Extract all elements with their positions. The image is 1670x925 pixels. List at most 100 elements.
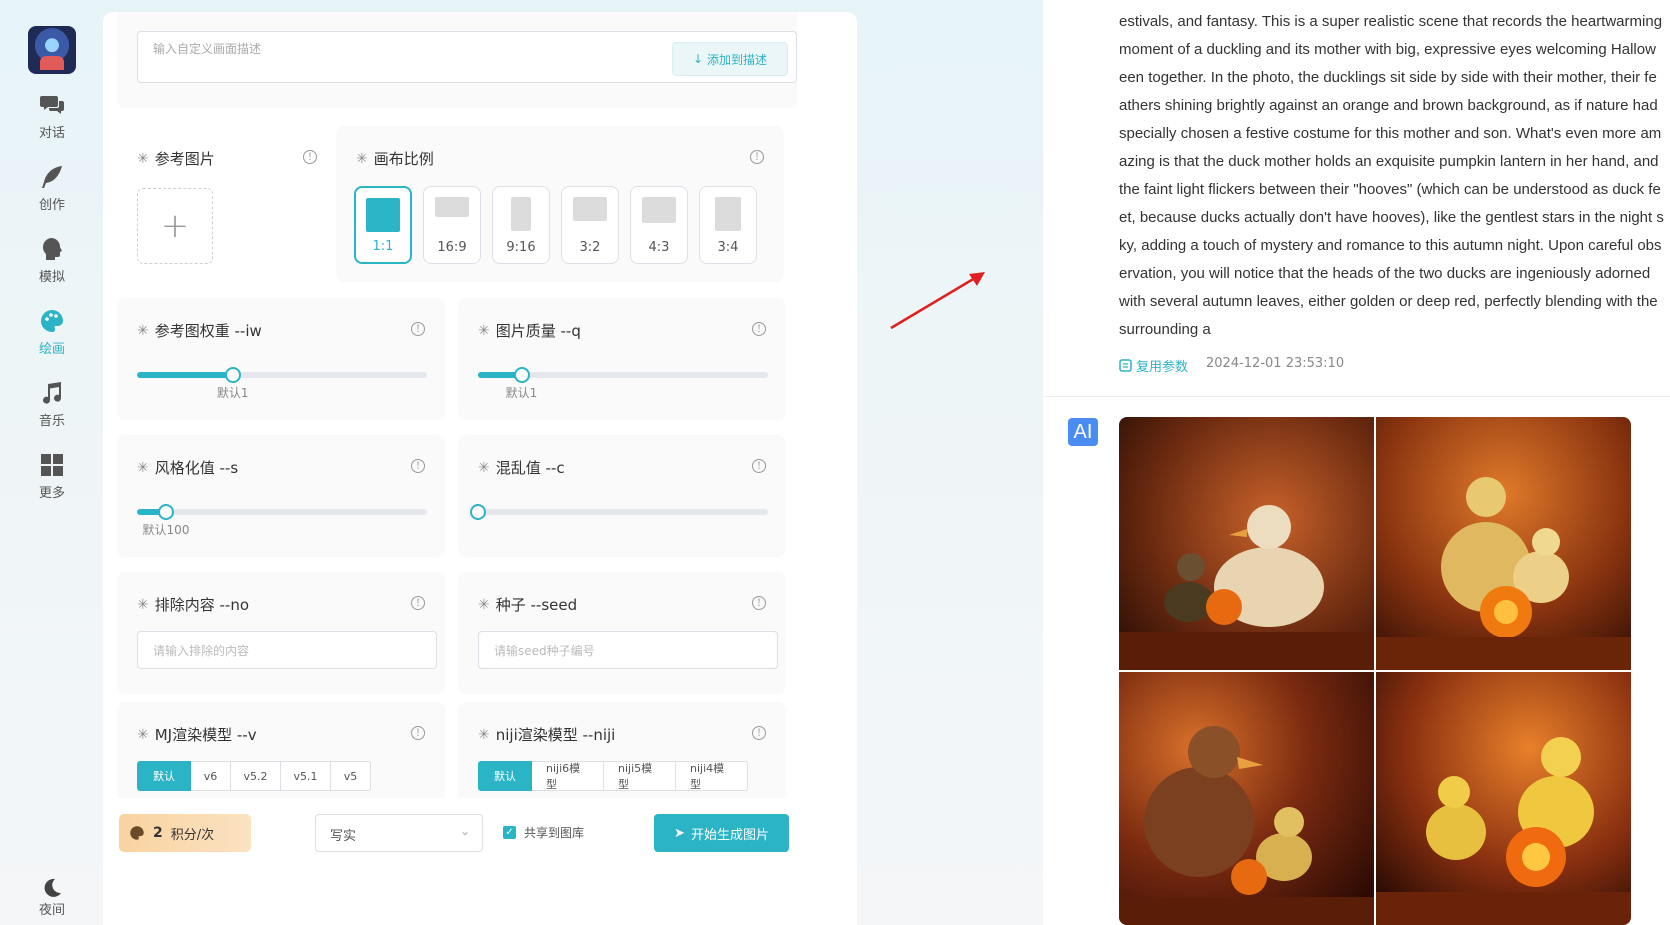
mj-model-title-text: MJ渲染模型 --v <box>154 726 257 744</box>
ratio-option-16-9[interactable]: 16:9 <box>423 186 481 264</box>
slider-thumb[interactable] <box>470 504 486 520</box>
upload-image-button[interactable]: + <box>137 188 213 264</box>
ratio-label: 3:2 <box>579 240 601 255</box>
night-mode-toggle[interactable]: 夜间 <box>12 869 92 925</box>
result-timestamp: 2024-12-01 23:53:10 <box>1206 356 1345 371</box>
ratio-option-9-16[interactable]: 9:16 <box>492 186 550 264</box>
generated-image-2[interactable] <box>1376 417 1631 670</box>
asterisk-icon: ✳ <box>137 596 149 613</box>
ratio-shape <box>366 198 400 232</box>
image-weight-value: 默认1 <box>216 386 249 400</box>
asterisk-icon: ✳ <box>356 150 368 167</box>
prompt-textarea[interactable]: 输入自定义画面描述 ↓ 添加到描述 <box>137 31 797 83</box>
info-icon[interactable]: ! <box>750 150 764 164</box>
exclude-title-text: 排除内容 --no <box>154 596 250 614</box>
exclude-input[interactable]: 请输入排除的内容 <box>137 631 437 669</box>
chevron-down-icon: ⌄ <box>459 824 470 838</box>
slider-thumb[interactable] <box>158 504 174 520</box>
sidebar-item-label: 更多 <box>38 485 65 501</box>
sidebar-item-paint[interactable]: 绘画 <box>12 302 92 362</box>
generate-button-label: 开始生成图片 <box>690 827 769 843</box>
ratio-option-3-4[interactable]: 3:4 <box>699 186 757 264</box>
credit-cost-badge: 2 积分/次 <box>119 814 251 852</box>
quality-slider[interactable] <box>478 367 768 383</box>
chaos-card: ✳ 混乱值 --c ! <box>458 435 786 557</box>
info-icon[interactable]: ! <box>411 322 425 336</box>
checkbox-checked-icon[interactable]: ✓ <box>503 826 516 839</box>
ai-avatar-badge: AI <box>1068 418 1098 446</box>
info-icon[interactable]: ! <box>752 596 766 610</box>
exclude-card: ✳ 排除内容 --no ! 请输入排除的内容 <box>117 572 445 694</box>
add-to-description-label: 添加到描述 <box>707 52 768 67</box>
niji-model-option[interactable]: niji5模型 <box>604 761 676 791</box>
niji-model-option[interactable]: niji6模型 <box>532 761 604 791</box>
sidebar-item-chat[interactable]: 对话 <box>12 86 92 146</box>
stylize-slider[interactable] <box>137 504 427 520</box>
ratio-label: 16:9 <box>437 240 467 255</box>
info-icon[interactable]: ! <box>752 322 766 336</box>
info-icon[interactable]: ! <box>752 726 766 740</box>
bottom-bar: 2 积分/次 写实 ⌄ ✓ 共享到图库 ➤ 开始生成图片 <box>103 798 857 925</box>
niji-model-option[interactable]: niji4模型 <box>676 761 748 791</box>
result-description: estivals, and fantasy. This is a super r… <box>1119 13 1664 338</box>
style-select-value: 写实 <box>330 829 357 844</box>
mj-model-option[interactable]: v5 <box>331 761 371 791</box>
info-icon[interactable]: ! <box>411 596 425 610</box>
reference-image-title-text: 参考图片 <box>154 150 215 168</box>
sidebar-item-simulate[interactable]: 模拟 <box>12 230 92 290</box>
generated-image-4[interactable] <box>1376 672 1631 925</box>
chat-icon <box>40 95 64 114</box>
duck-image <box>1376 417 1631 670</box>
sidebar-item-more[interactable]: 更多 <box>12 446 92 506</box>
chaos-slider[interactable] <box>470 504 768 520</box>
niji-model-title: ✳ niji渲染模型 --niji <box>478 724 615 745</box>
niji-model-segmented: 默认 niji6模型 niji5模型 niji4模型 <box>478 761 748 791</box>
generated-image-1[interactable] <box>1119 417 1374 670</box>
seed-input[interactable]: 请输seed种子编号 <box>478 631 778 669</box>
generated-image-grid[interactable] <box>1119 417 1631 925</box>
add-to-description-button[interactable]: ↓ 添加到描述 <box>672 42 788 76</box>
generate-image-button[interactable]: ➤ 开始生成图片 <box>654 814 789 852</box>
quality-value: 默认1 <box>505 386 538 400</box>
seed-card: ✳ 种子 --seed ! 请输seed种子编号 <box>458 572 786 694</box>
image-weight-slider[interactable] <box>137 367 427 383</box>
asterisk-icon: ✳ <box>137 322 149 339</box>
avatar[interactable] <box>28 26 76 74</box>
sidebar-item-create[interactable]: 创作 <box>12 158 92 218</box>
info-icon[interactable]: ! <box>303 150 317 164</box>
mj-model-option[interactable]: v5.1 <box>281 761 331 791</box>
info-icon[interactable]: ! <box>411 726 425 740</box>
ratio-option-1-1[interactable]: 1:1 <box>354 186 412 264</box>
ratio-shape <box>642 197 676 223</box>
seed-title: ✳ 种子 --seed <box>478 594 577 615</box>
mj-model-option[interactable]: v6 <box>191 761 231 791</box>
ratio-option-3-2[interactable]: 3:2 <box>561 186 619 264</box>
asterisk-icon: ✳ <box>478 322 490 339</box>
slider-fill <box>137 372 233 378</box>
exclude-title: ✳ 排除内容 --no <box>137 594 249 615</box>
sidebar-item-label: 模拟 <box>38 269 65 285</box>
slider-thumb[interactable] <box>224 367 241 383</box>
reuse-params-button[interactable]: 复用参数 <box>1119 356 1188 375</box>
info-icon[interactable]: ! <box>752 459 766 473</box>
share-to-gallery[interactable]: ✓ 共享到图库 <box>503 824 584 841</box>
sidebar-item-label: 绘画 <box>38 341 65 357</box>
result-panel: estivals, and fantasy. This is a super r… <box>1043 0 1670 925</box>
mj-model-option[interactable]: 默认 <box>137 761 191 791</box>
info-icon[interactable]: ! <box>411 459 425 473</box>
aspect-ratio-title-text: 画布比例 <box>373 150 434 168</box>
niji-model-option[interactable]: 默认 <box>478 761 532 791</box>
slider-thumb[interactable] <box>513 367 530 383</box>
sidebar: 对话 创作 模拟 绘画 音乐 更多 夜间 <box>0 0 104 925</box>
music-icon <box>43 381 62 404</box>
palette-icon <box>41 309 63 332</box>
duck-image <box>1119 417 1374 670</box>
grid-icon <box>41 453 63 476</box>
asterisk-icon: ✳ <box>137 459 149 476</box>
sidebar-item-music[interactable]: 音乐 <box>12 374 92 434</box>
ratio-option-4-3[interactable]: 4:3 <box>630 186 688 264</box>
style-select[interactable]: 写实 ⌄ <box>315 814 483 852</box>
mj-model-option[interactable]: v5.2 <box>231 761 281 791</box>
quality-title-text: 图片质量 --q <box>495 322 581 340</box>
generated-image-3[interactable] <box>1119 672 1374 925</box>
